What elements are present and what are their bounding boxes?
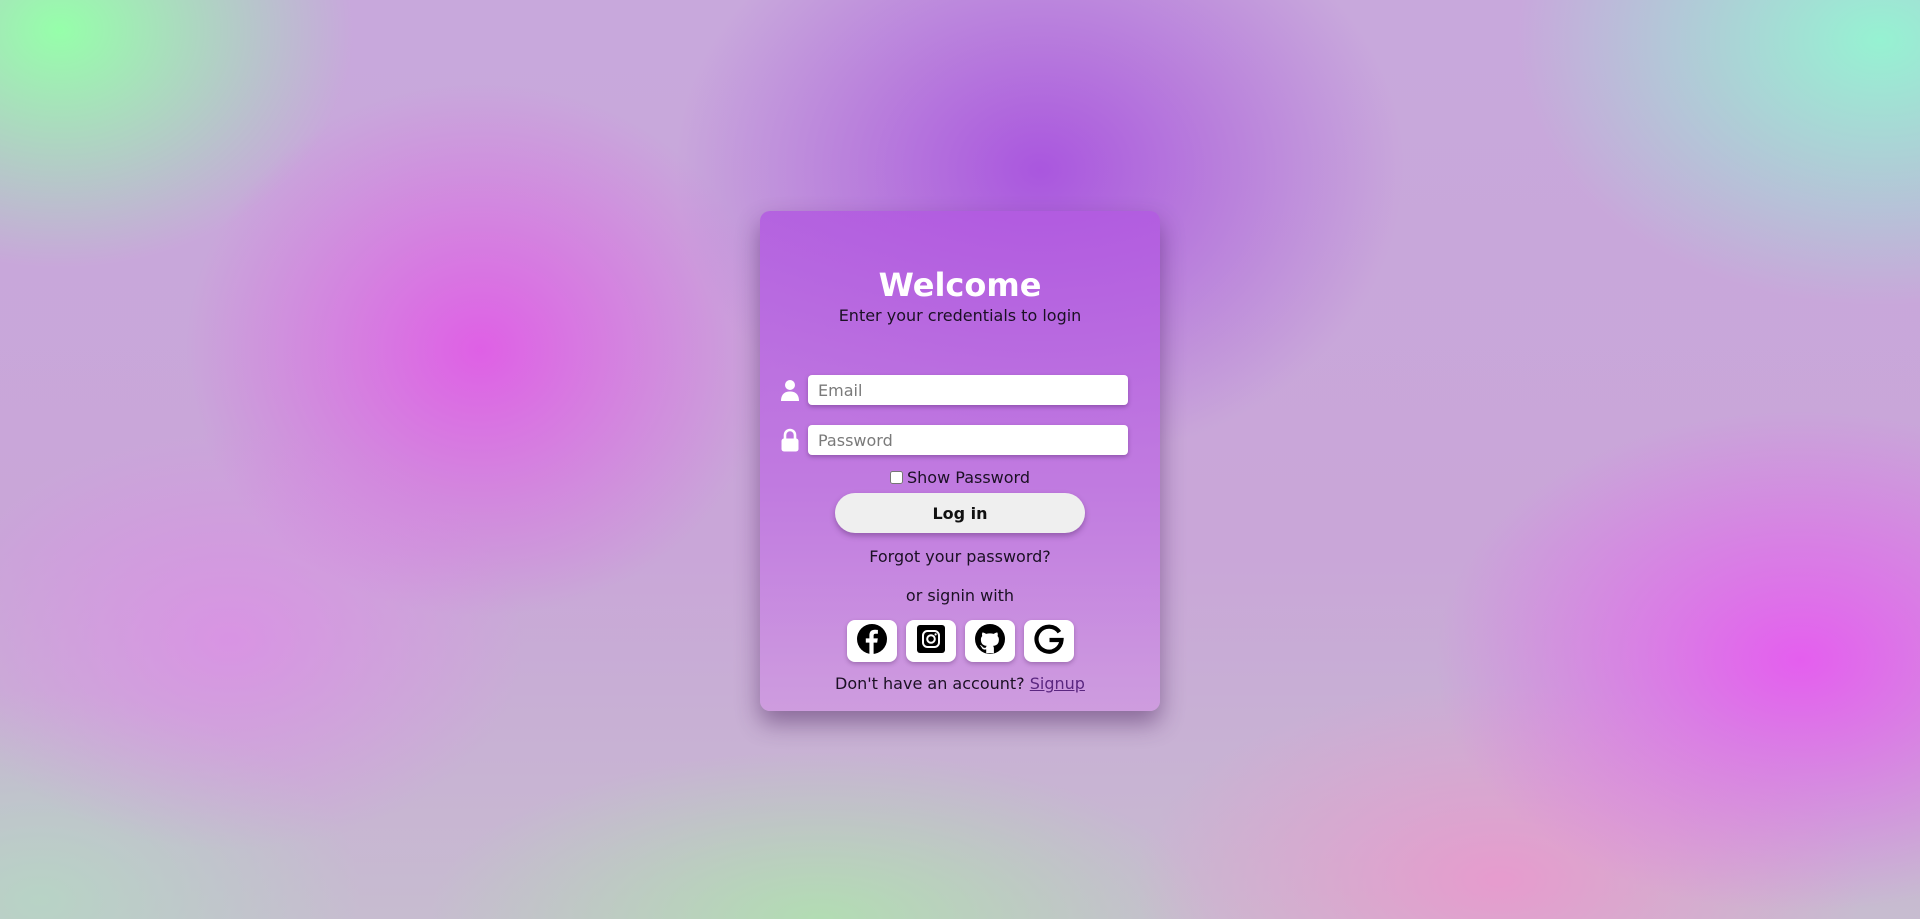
- login-card: Welcome Enter your credentials to login …: [760, 211, 1160, 711]
- google-login-button[interactable]: [1023, 620, 1074, 662]
- email-row: [778, 375, 1142, 405]
- instagram-icon: [916, 624, 946, 658]
- signup-prompt: Don't have an account? Signup: [760, 674, 1160, 693]
- instagram-login-button[interactable]: [905, 620, 956, 662]
- or-signin-label: or signin with: [905, 586, 1015, 605]
- show-password-label: Show Password: [907, 468, 1030, 487]
- user-icon: [778, 377, 802, 403]
- login-button[interactable]: Log in: [835, 493, 1085, 533]
- social-login-group: [760, 620, 1160, 662]
- page-title: Welcome: [878, 266, 1042, 304]
- show-password-checkbox[interactable]: [890, 471, 903, 484]
- page-subtitle: Enter your credentials to login: [838, 306, 1082, 325]
- password-row: [778, 425, 1142, 455]
- facebook-login-button[interactable]: [846, 620, 897, 662]
- facebook-icon: [856, 623, 888, 659]
- github-login-button[interactable]: [964, 620, 1015, 662]
- lock-icon: [778, 427, 802, 453]
- forgot-password-link[interactable]: Forgot your password?: [760, 547, 1160, 566]
- show-password-toggle[interactable]: Show Password: [760, 468, 1160, 487]
- signup-prompt-text: Don't have an account?: [835, 674, 1025, 693]
- github-icon: [974, 623, 1006, 659]
- password-field[interactable]: [808, 425, 1128, 455]
- google-icon: [1033, 623, 1065, 659]
- email-field[interactable]: [808, 375, 1128, 405]
- signup-link[interactable]: Signup: [1030, 674, 1085, 693]
